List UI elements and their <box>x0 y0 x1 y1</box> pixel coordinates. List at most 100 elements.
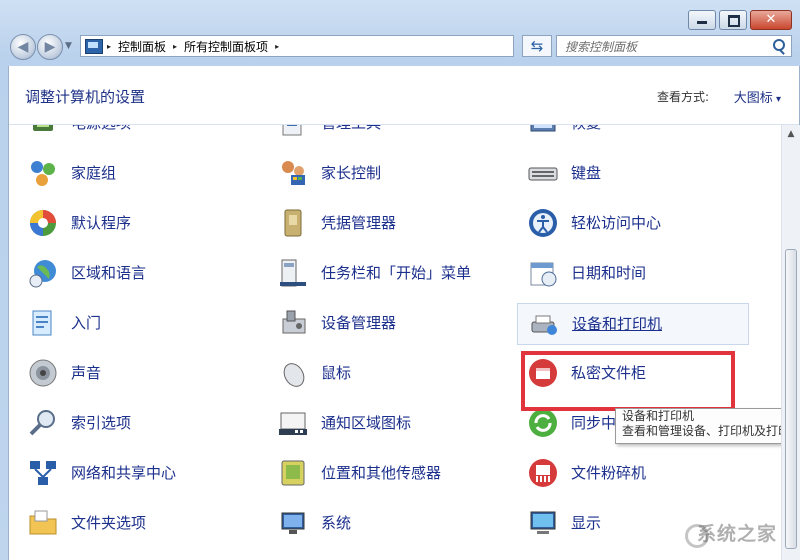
close-icon: ✕ <box>765 12 777 27</box>
items-grid: 电源选项 管理工具 恢复 家庭组 家长控制 键盘 <box>9 125 781 560</box>
devices-printers-icon <box>531 315 557 335</box>
item-device-manager[interactable]: 设备管理器 <box>267 303 497 343</box>
window-frame: ✕ ◀ ▶ ▼ ▸ 控制面板 ▸ 所有控制面板项 ▸ ⇆ 调整计算机的设置 查看… <box>0 0 800 560</box>
item-taskbar-start-menu[interactable]: 任务栏和「开始」菜单 <box>267 253 497 293</box>
item-keyboard[interactable]: 键盘 <box>517 153 747 193</box>
item-label: 区域和语言 <box>71 264 147 282</box>
power-options-icon <box>33 125 53 131</box>
item-label: 管理工具 <box>321 125 381 143</box>
admin-tools-icon <box>282 125 302 136</box>
breadcrumb-item[interactable]: 控制面板 <box>118 38 166 55</box>
search-icon[interactable] <box>773 39 785 51</box>
item-recovery[interactable]: 恢复 <box>517 125 747 143</box>
item-indexing-options[interactable]: 索引选项 <box>17 403 247 443</box>
item-credential-manager[interactable]: 凭据管理器 <box>267 203 497 243</box>
item-location-sensors[interactable]: 位置和其他传感器 <box>267 453 497 493</box>
item-label: 家长控制 <box>321 164 382 182</box>
scroll-up-arrow-icon[interactable]: ▲ <box>782 125 800 143</box>
item-label: 系统 <box>321 514 352 532</box>
taskbar-icon <box>280 259 306 287</box>
breadcrumb-separator[interactable]: ▸ <box>173 42 177 51</box>
content-pane: 调整计算机的设置 查看方式: 大图标 电源选项 管理工具 恢复 家庭组 <box>8 66 800 560</box>
close-button[interactable]: ✕ <box>750 10 792 30</box>
item-label: 声音 <box>71 364 102 382</box>
item-date-time[interactable]: 日期和时间 <box>517 253 747 293</box>
maximize-button[interactable] <box>719 10 747 30</box>
item-region-language[interactable]: 区域和语言 <box>17 253 247 293</box>
network-sharing-icon <box>30 461 56 485</box>
item-notification-area-icons[interactable]: 通知区域图标 <box>267 403 497 443</box>
item-network-sharing-center[interactable]: 网络和共享中心 <box>17 453 247 493</box>
item-folder-options[interactable]: 文件夹选项 <box>17 503 247 543</box>
indexing-icon <box>29 410 55 436</box>
vertical-scrollbar[interactable]: ▲ <box>781 125 800 560</box>
item-label: 键盘 <box>571 164 602 182</box>
item-label: 通知区域图标 <box>321 414 412 432</box>
back-button[interactable]: ◀ <box>10 34 36 60</box>
notification-area-icon <box>279 412 307 435</box>
navigation-bar: ◀ ▶ ▼ ▸ 控制面板 ▸ 所有控制面板项 ▸ ⇆ <box>8 32 792 62</box>
display-icon <box>530 511 556 534</box>
date-time-icon <box>530 262 557 287</box>
mouse-icon <box>283 363 305 387</box>
tooltip: 设备和打印机 查看和管理设备、打印机及打印作业 <box>615 408 781 444</box>
item-default-programs[interactable]: 默认程序 <box>17 203 247 243</box>
recovery-icon <box>530 125 556 132</box>
control-panel-icon <box>85 39 103 54</box>
search-input[interactable] <box>563 37 767 57</box>
red-highlight-box <box>521 351 735 411</box>
item-admin-tools[interactable]: 管理工具 <box>267 125 497 143</box>
item-label: 电源选项 <box>71 125 131 143</box>
forward-arrow-icon: ▶ <box>44 39 56 55</box>
view-by-dropdown[interactable]: 大图标 <box>734 87 781 106</box>
search-box[interactable] <box>556 35 792 57</box>
folder-options-icon <box>29 510 57 535</box>
file-shredder-icon <box>529 459 557 487</box>
back-arrow-icon: ◀ <box>17 39 29 55</box>
item-label: 索引选项 <box>71 414 132 432</box>
breadcrumb-item[interactable]: 所有控制面板项 <box>184 38 268 55</box>
address-bar[interactable]: ▸ 控制面板 ▸ 所有控制面板项 ▸ <box>80 35 514 57</box>
item-power-options[interactable]: 电源选项 <box>17 125 247 143</box>
item-file-shredder[interactable]: 文件粉碎机 <box>517 453 747 493</box>
item-sound[interactable]: 声音 <box>17 353 247 393</box>
item-mouse[interactable]: 鼠标 <box>267 353 497 393</box>
caption-buttons: ✕ <box>688 10 792 30</box>
item-label: 任务栏和「开始」菜单 <box>321 264 472 282</box>
item-system[interactable]: 系统 <box>267 503 497 543</box>
item-label: 文件粉碎机 <box>571 464 647 482</box>
item-label: 设备和打印机 <box>572 315 663 333</box>
item-label: 默认程序 <box>71 214 132 232</box>
item-label: 家庭组 <box>71 164 117 182</box>
item-label: 鼠标 <box>321 364 352 382</box>
view-by-label: 查看方式: <box>656 90 709 104</box>
item-ease-of-access[interactable]: 轻松访问中心 <box>517 203 747 243</box>
location-sensors-icon <box>281 460 305 486</box>
item-label: 入门 <box>71 314 102 332</box>
item-devices-printers[interactable]: 设备和打印机 <box>517 303 749 345</box>
credential-manager-icon <box>284 209 302 237</box>
item-homegroup[interactable]: 家庭组 <box>17 153 247 193</box>
recent-pages-dropdown[interactable]: ▼ <box>65 41 72 51</box>
ease-of-access-icon <box>529 209 557 237</box>
item-getting-started[interactable]: 入门 <box>17 303 247 343</box>
forward-button[interactable]: ▶ <box>37 34 63 60</box>
breadcrumb: ▸ 控制面板 ▸ 所有控制面板项 ▸ <box>107 36 279 56</box>
item-label: 恢复 <box>571 125 601 143</box>
getting-started-icon <box>32 310 52 336</box>
breadcrumb-separator[interactable]: ▸ <box>107 42 111 51</box>
minimize-button[interactable] <box>688 10 716 30</box>
item-label: 凭据管理器 <box>321 214 397 232</box>
breadcrumb-separator[interactable]: ▸ <box>275 42 279 51</box>
parental-controls-icon <box>282 161 305 185</box>
scrollbar-thumb[interactable] <box>785 249 797 549</box>
item-label: 文件夹选项 <box>71 514 147 532</box>
region-language-icon <box>29 260 56 288</box>
item-label: 显示 <box>571 514 602 532</box>
system-icon <box>281 512 305 534</box>
default-programs-icon <box>30 210 56 236</box>
refresh-button[interactable]: ⇆ <box>522 35 552 57</box>
item-parental-controls[interactable]: 家长控制 <box>267 153 497 193</box>
device-manager-icon <box>282 310 306 334</box>
page-title: 调整计算机的设置 <box>25 88 146 106</box>
